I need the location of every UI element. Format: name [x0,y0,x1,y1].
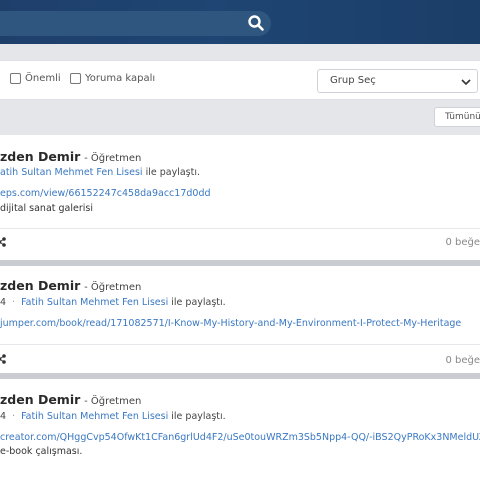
post-card: zden Demir - Öğretmen atih Sultan Mehmet… [0,135,480,260]
post-description: e-book çalışması. [0,446,83,457]
author-role: - Öğretmen [84,282,142,293]
important-checkbox[interactable]: Önemli [10,73,61,84]
school-link[interactable]: Fatih Sultan Mehmet Fen Lisesi [21,297,168,308]
author-role: - Öğretmen [84,396,142,407]
post-header: zden Demir - Öğretmen [0,278,141,293]
like-count[interactable]: 0 beğe [445,237,480,248]
search-input[interactable] [0,11,271,36]
post-url[interactable]: eps.com/view/66152247c458da9acc17d0dd [0,188,211,199]
author-name[interactable]: zden Demir [0,149,80,164]
important-checkbox-box[interactable] [10,73,21,84]
post-card: zden Demir - Öğretmen 4 · Fatih Sultan Meh… [0,266,480,373]
important-label: Önemli [25,73,61,84]
post-time: 4 [0,411,7,422]
share-icon[interactable] [0,354,6,364]
post-header: zden Demir - Öğretmen [0,392,141,407]
divider [0,228,480,229]
meta-separator: · [12,297,16,308]
author-name[interactable]: zden Demir [0,278,80,293]
divider [0,344,480,345]
comments-closed-checkbox[interactable]: Yoruma kapalı [70,73,155,84]
shared-text: ile paylaştı. [171,297,226,308]
post-url[interactable]: creator.com/QHggCvp54OfwKt1CFan6grlUd4F2… [0,432,480,443]
post-description: dijital sanat galerisi [0,203,93,214]
post-url[interactable]: jumper.com/book/read/171082571/I-Know-My… [0,318,461,329]
shared-text: ile paylaştı. [145,167,201,178]
post-card: zden Demir - Öğretmen 4 · Fatih Sultan Meh… [0,379,480,480]
shared-text: ile paylaştı. [171,411,226,422]
post-meta: 4 · Fatih Sultan Mehmet Fen Lisesi ile pay… [0,297,226,308]
school-link[interactable]: atih Sultan Mehmet Fen Lisesi [0,167,143,178]
school-link[interactable]: Fatih Sultan Mehmet Fen Lisesi [21,411,168,422]
comments-closed-checkbox-box[interactable] [70,73,81,84]
top-navbar [0,0,480,44]
meta-separator: · [12,411,16,422]
chevron-down-icon [461,79,471,86]
search-icon[interactable] [247,14,265,32]
group-select[interactable]: Grup Seç [317,69,478,93]
post-meta: atih Sultan Mehmet Fen Lisesi ile paylaş… [0,167,200,178]
like-count[interactable]: 0 beğe [445,355,480,366]
share-icon[interactable] [0,237,6,247]
comments-closed-label: Yoruma kapalı [85,73,156,84]
post-header: zden Demir - Öğretmen [0,149,141,164]
post-meta: 4 · Fatih Sultan Mehmet Fen Lisesi ile pay… [0,411,226,422]
all-filter-button[interactable]: Tümünü [434,107,480,127]
author-name[interactable]: zden Demir [0,392,80,407]
post-time: 4 [0,297,7,308]
author-role: - Öğretmen [84,153,142,164]
group-select-value: Grup Seç [330,75,376,86]
